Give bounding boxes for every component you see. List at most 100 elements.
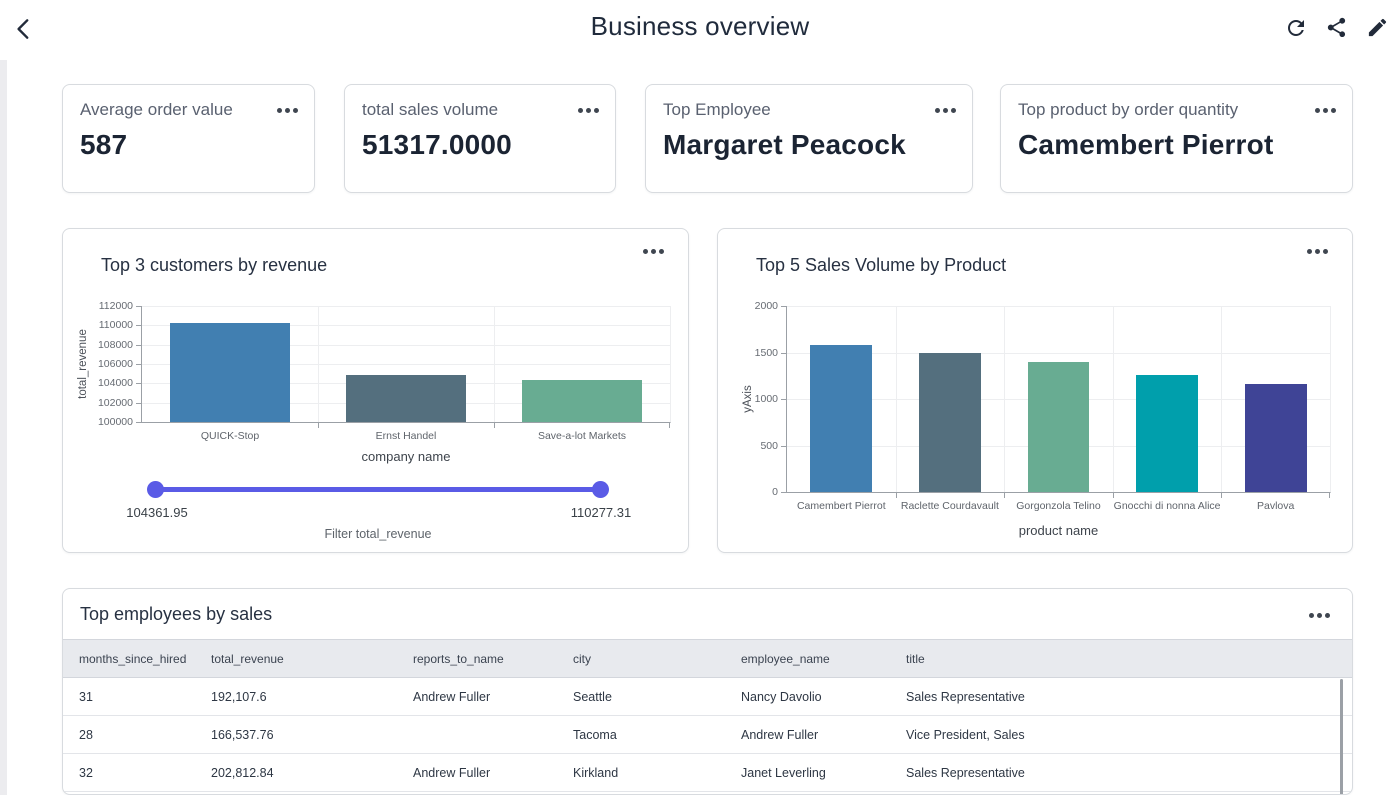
y-tick-label: 2000 xyxy=(755,300,778,312)
left-edge-strip xyxy=(0,60,7,795)
x-tick-label: Raclette Courdavault xyxy=(896,500,1005,512)
table-vertical-scrollbar[interactable] xyxy=(1340,679,1343,795)
y-tick-label: 102000 xyxy=(98,397,133,409)
kpi-label: Top Employee xyxy=(663,100,771,120)
kpi-label: total sales volume xyxy=(362,100,498,120)
top-bar-actions xyxy=(1284,16,1390,40)
x-axis-label: company name xyxy=(141,449,671,464)
x-tick-label: Save-a-lot Markets xyxy=(494,430,670,442)
x-tick-label: Gnocchi di nonna Alice xyxy=(1113,500,1222,512)
x-tick-mark xyxy=(1221,492,1222,498)
y-tick-mark xyxy=(136,345,142,346)
table-cell: 28 xyxy=(63,716,195,754)
more-options-icon[interactable] xyxy=(285,108,290,113)
y-tick-mark xyxy=(136,383,142,384)
gridline xyxy=(318,306,319,422)
more-options-icon[interactable] xyxy=(1323,108,1328,113)
bar-camembert-pierrot[interactable] xyxy=(810,345,872,492)
table-row[interactable]: 28166,537.76TacomaAndrew FullerVice Pres… xyxy=(63,716,1352,754)
table-row[interactable]: 31192,107.6Andrew FullerSeattleNancy Dav… xyxy=(63,678,1352,716)
more-options-icon[interactable] xyxy=(651,249,656,254)
y-tick-label: 0 xyxy=(772,486,778,498)
y-tick-mark xyxy=(781,446,787,447)
top-bar: Business overview xyxy=(0,0,1400,60)
kpi-value: Margaret Peacock xyxy=(663,129,906,161)
table-cell: 192,107.6 xyxy=(195,678,397,716)
revenue-filter-slider-track[interactable] xyxy=(156,487,601,492)
slider-handle-min[interactable] xyxy=(147,481,164,498)
table-cell: 166,537.76 xyxy=(195,716,397,754)
table-cell: Vice President, Sales xyxy=(890,716,1352,754)
y-tick-mark xyxy=(136,325,142,326)
share-icon xyxy=(1325,16,1349,39)
share-button[interactable] xyxy=(1325,16,1349,40)
kpi-label: Top product by order quantity xyxy=(1018,100,1238,120)
x-tick-label: Ernst Handel xyxy=(318,430,494,442)
gridline xyxy=(494,306,495,422)
y-tick-label: 108000 xyxy=(98,339,133,351)
y-tick-label: 1500 xyxy=(755,347,778,359)
kpi-card-top-employee: Top Employee Margaret Peacock xyxy=(645,84,973,193)
column-header-title[interactable]: title xyxy=(890,640,1352,678)
gridline xyxy=(1221,306,1222,492)
bar-raclette-courdavault[interactable] xyxy=(919,353,981,492)
bar-chart-products: 0500100015002000Camembert PierrotRaclett… xyxy=(786,306,1331,493)
table-cell: Kirkland xyxy=(557,754,725,792)
gridline xyxy=(1113,306,1114,492)
chart-title: Top 5 Sales Volume by Product xyxy=(756,255,1006,276)
slider-min-value: 104361.95 xyxy=(126,505,187,520)
bar-quick-stop[interactable] xyxy=(170,323,290,422)
bar-gorgonzola-telino[interactable] xyxy=(1028,362,1090,492)
column-header-city[interactable]: city xyxy=(557,640,725,678)
table-cell: 31 xyxy=(63,678,195,716)
y-tick-mark xyxy=(781,306,787,307)
column-header-months_since_hired[interactable]: months_since_hired xyxy=(63,640,195,678)
x-tick-mark xyxy=(1329,492,1330,498)
y-axis-label: total_revenue xyxy=(77,329,89,399)
table-cell: 202,812.84 xyxy=(195,754,397,792)
column-header-reports_to_name[interactable]: reports_to_name xyxy=(397,640,557,678)
table-cell: Nancy Davolio xyxy=(725,678,890,716)
x-tick-mark xyxy=(318,422,319,428)
x-tick-label: Camembert Pierrot xyxy=(787,500,896,512)
kpi-value: Camembert Pierrot xyxy=(1018,129,1273,161)
y-tick-mark xyxy=(781,492,787,493)
y-tick-label: 500 xyxy=(760,440,778,452)
more-options-icon[interactable] xyxy=(943,108,948,113)
dashboard-page: Business overview Average order value 5 xyxy=(0,0,1400,795)
table-cell: Seattle xyxy=(557,678,725,716)
slider-caption: Filter total_revenue xyxy=(324,527,431,541)
table-cell xyxy=(397,716,557,754)
table-row[interactable]: 32202,812.84Andrew FullerKirklandJanet L… xyxy=(63,754,1352,792)
column-header-total_revenue[interactable]: total_revenue xyxy=(195,640,397,678)
x-tick-label: Pavlova xyxy=(1221,500,1330,512)
y-axis-label: yAxis xyxy=(742,385,754,412)
x-tick-mark xyxy=(494,422,495,428)
refresh-icon xyxy=(1284,16,1308,40)
pencil-icon xyxy=(1366,16,1390,39)
x-axis-label: product name xyxy=(786,523,1331,538)
table-cell: Sales Representative xyxy=(890,678,1352,716)
bar-gnocchi-di-nonna-alice[interactable] xyxy=(1136,375,1198,492)
kpi-label: Average order value xyxy=(80,100,233,120)
y-tick-mark xyxy=(781,353,787,354)
slider-handle-max[interactable] xyxy=(592,481,609,498)
table-body: 31192,107.6Andrew FullerSeattleNancy Dav… xyxy=(63,678,1352,792)
refresh-button[interactable] xyxy=(1284,16,1308,40)
y-tick-label: 100000 xyxy=(98,416,133,428)
more-options-icon[interactable] xyxy=(1317,613,1322,618)
y-tick-label: 110000 xyxy=(99,319,133,331)
table-cell: Andrew Fuller xyxy=(397,754,557,792)
column-header-employee_name[interactable]: employee_name xyxy=(725,640,890,678)
x-tick-mark xyxy=(896,492,897,498)
gridline xyxy=(142,306,670,307)
y-tick-label: 104000 xyxy=(98,377,133,389)
more-options-icon[interactable] xyxy=(586,108,591,113)
bar-ernst-handel[interactable] xyxy=(346,375,466,422)
bar-pavlova[interactable] xyxy=(1245,384,1307,492)
table-cell: Tacoma xyxy=(557,716,725,754)
edit-button[interactable] xyxy=(1366,16,1390,40)
kpi-card-total-sales-volume: total sales volume 51317.0000 xyxy=(344,84,616,193)
bar-save-a-lot-markets[interactable] xyxy=(522,380,642,422)
more-options-icon[interactable] xyxy=(1315,249,1320,254)
